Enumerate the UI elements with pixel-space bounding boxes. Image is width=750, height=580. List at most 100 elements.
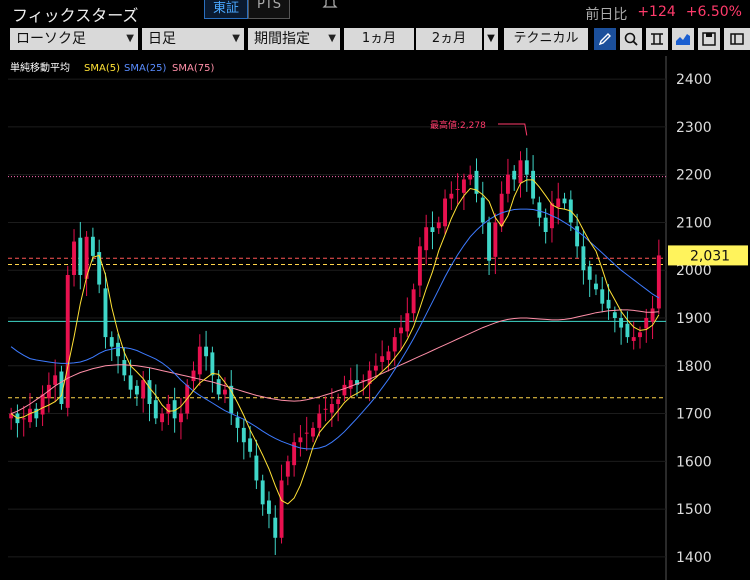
- zoom-icon[interactable]: [620, 28, 642, 50]
- tab-pts[interactable]: PTS: [248, 0, 291, 19]
- candle-body: [392, 337, 397, 352]
- current-price-tag: 2,031: [668, 245, 748, 266]
- bell-icon[interactable]: [322, 0, 338, 14]
- candle-body: [160, 413, 165, 423]
- candle-body: [128, 375, 133, 390]
- candle-body: [40, 394, 45, 415]
- current-price-label: 2,031: [690, 248, 730, 264]
- candle-body: [600, 289, 605, 304]
- candlestick-chart[interactable]: 2400 2300 2200 2100 2000 1900 1800 1700 1600 1500…: [0, 56, 750, 580]
- candle-body: [311, 427, 315, 437]
- candle-body: [518, 160, 523, 184]
- candle-body: [644, 318, 649, 329]
- chevron-down-icon: ▼: [126, 33, 134, 44]
- candle-body: [430, 227, 435, 232]
- candle-body: [323, 408, 328, 410]
- layout-split-icon[interactable]: [646, 28, 668, 50]
- candle-body: [78, 237, 83, 275]
- candle-body: [90, 236, 95, 256]
- y-tick-label: 1900: [676, 311, 712, 327]
- candle-body: [386, 351, 391, 361]
- range-2month-button[interactable]: 2ヵ月: [416, 28, 482, 50]
- save-icon[interactable]: [698, 28, 720, 50]
- area-chart-icon[interactable]: [672, 28, 694, 50]
- candle-body: [581, 246, 586, 271]
- candle-body: [342, 384, 347, 396]
- candle-body: [223, 389, 227, 395]
- technical-button[interactable]: テクニカル: [504, 28, 588, 50]
- candle-body: [273, 517, 278, 538]
- candle-body: [606, 299, 611, 309]
- chart-type-select[interactable]: ローソク足 ▼: [10, 28, 138, 50]
- market-tabs: 東証 PTS: [204, 0, 291, 19]
- candle-body: [336, 399, 341, 404]
- change-percent: +6.50%: [685, 4, 742, 20]
- candle-body: [21, 418, 26, 420]
- legend-sma75: SMA(75): [172, 63, 214, 74]
- y-tick-label: 2000: [676, 263, 712, 279]
- candle-body: [468, 174, 473, 180]
- candle-body: [587, 266, 592, 280]
- legend-sma5: SMA(5): [84, 63, 120, 74]
- candle-body: [260, 480, 265, 505]
- candle-body: [480, 197, 485, 223]
- candle-body: [455, 189, 460, 190]
- y-tick-label: 2300: [676, 120, 712, 136]
- settings-panel-icon[interactable]: [724, 28, 750, 50]
- range-1month-button[interactable]: 1ヵ月: [344, 28, 414, 50]
- y-tick-label: 2100: [676, 215, 712, 231]
- y-tick-label: 1800: [676, 359, 712, 375]
- candle-body: [512, 170, 517, 180]
- candle-body: [72, 241, 76, 275]
- candle-body: [65, 275, 70, 408]
- draw-pen-icon[interactable]: [594, 28, 616, 50]
- y-tick-label: 1400: [676, 550, 712, 566]
- candle-body: [631, 337, 636, 341]
- candle-body: [499, 193, 504, 227]
- candle-body: [487, 222, 492, 261]
- candle-body: [411, 289, 416, 314]
- indicator-label: 単純移動平均: [10, 61, 70, 74]
- tab-tse[interactable]: 東証: [204, 0, 249, 19]
- high-annotation: 最高値:2,278: [430, 119, 486, 131]
- candle-body: [424, 227, 429, 251]
- candle-body: [625, 323, 630, 338]
- stock-title: フィックスターズ: [12, 6, 139, 25]
- candle-body: [53, 375, 58, 385]
- period-select[interactable]: 日足 ▼: [142, 28, 244, 50]
- candle-body: [285, 461, 290, 477]
- change-value: +124: [637, 4, 676, 20]
- period-value: 日足: [148, 31, 176, 47]
- candle-body: [373, 365, 378, 371]
- chart-toolbar: ローソク足 ▼ 日足 ▼ 期間指定 ▼ 1ヵ月 2ヵ月 ▼ テクニカル: [0, 26, 750, 54]
- candle-body: [191, 370, 196, 382]
- candle-body: [153, 400, 158, 419]
- legend-sma25: SMA(25): [124, 63, 166, 74]
- candle-body: [537, 202, 542, 218]
- candle-body: [279, 480, 284, 538]
- candle-body: [405, 313, 410, 332]
- candle-body: [28, 408, 32, 423]
- candle-body: [461, 179, 466, 193]
- candle-body: [248, 438, 253, 452]
- candle-body: [197, 346, 202, 375]
- candle-body: [178, 413, 183, 423]
- candle-body: [254, 455, 259, 481]
- y-tick-label: 2200: [676, 168, 712, 184]
- candle-body: [656, 255, 661, 309]
- candle-body: [505, 174, 510, 194]
- range-more-chevron-icon[interactable]: ▼: [484, 28, 498, 50]
- candle-body: [141, 380, 146, 399]
- candle-body: [267, 500, 271, 514]
- candle-body: [493, 222, 498, 257]
- candle-body: [575, 226, 580, 247]
- candle-body: [103, 288, 108, 338]
- candle-body: [650, 308, 655, 322]
- range-mode-select[interactable]: 期間指定 ▼: [248, 28, 340, 50]
- candle-body: [109, 337, 114, 347]
- y-tick-label: 1600: [676, 454, 712, 470]
- y-tick-label: 2400: [676, 72, 712, 88]
- candle-body: [524, 160, 529, 175]
- candle-body: [619, 318, 624, 328]
- candle-body: [122, 360, 127, 376]
